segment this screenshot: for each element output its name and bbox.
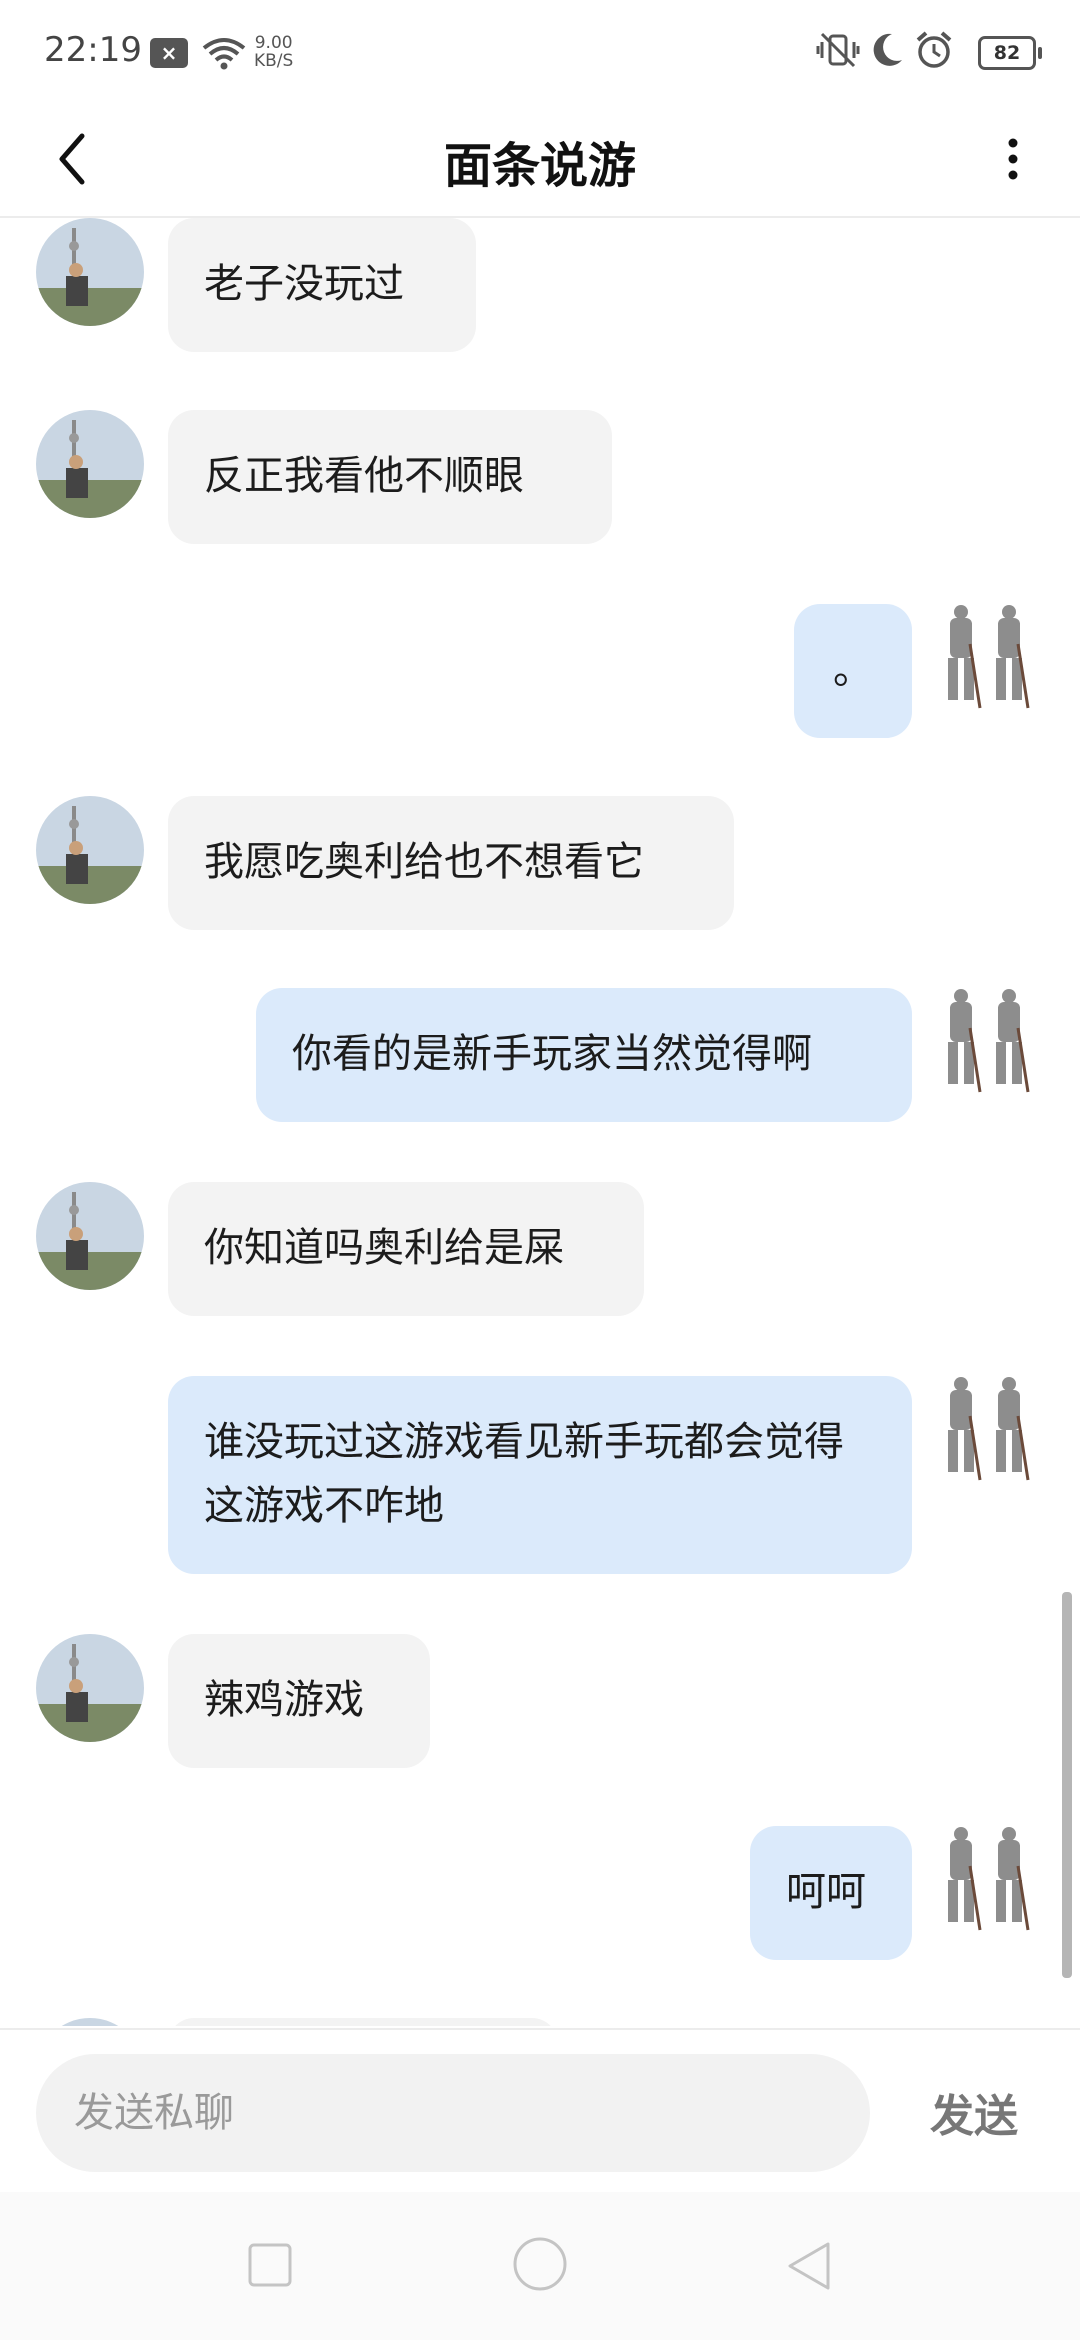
message-bubble[interactable]: 辣鸡游戏 (168, 1634, 430, 1768)
chat-header: 面条说游 (0, 104, 1080, 218)
message-incoming-partial (0, 2018, 1080, 2026)
message-bubble[interactable]: 。 (794, 604, 912, 738)
composer-bar: 发送私聊 发送 (0, 2028, 1080, 2194)
home-circle-icon[interactable] (512, 2236, 568, 2292)
avatar-self[interactable] (936, 604, 1044, 712)
avatar-other-user[interactable] (36, 796, 144, 904)
vibrate-off-icon (816, 32, 860, 68)
more-vertical-icon[interactable] (998, 126, 1028, 192)
page-title: 面条说游 (443, 138, 636, 194)
recents-square-icon[interactable] (246, 2240, 294, 2290)
message-bubble-partial[interactable] (168, 2018, 558, 2026)
avatar-self[interactable] (936, 988, 1044, 1096)
back-triangle-icon[interactable] (784, 2240, 834, 2292)
send-button[interactable]: 发送 (930, 2080, 1018, 2144)
message-outgoing: 谁没玩过这游戏看见新手玩都会觉得这游戏不咋地 (0, 1376, 1080, 1576)
message-bubble[interactable]: 呵呵 (750, 1826, 912, 1960)
message-outgoing: 你看的是新手玩家当然觉得啊 (0, 988, 1080, 1128)
close-notification-icon: × (150, 38, 188, 68)
network-speed: 9.00 KB/S (254, 34, 293, 70)
alarm-icon (916, 31, 952, 68)
message-bubble[interactable]: 反正我看他不顺眼 (168, 410, 612, 544)
battery-icon: 82 (978, 36, 1042, 70)
message-incoming: 我愿吃奥利给也不想看它 (0, 796, 1080, 936)
message-bubble[interactable]: 你知道吗奥利给是屎 (168, 1182, 644, 1316)
message-outgoing: 。 (0, 604, 1080, 744)
avatar-other-user[interactable] (36, 1634, 144, 1742)
message-outgoing: 呵呵 (0, 1826, 1080, 1966)
message-incoming: 你知道吗奥利给是屎 (0, 1182, 1080, 1322)
message-bubble[interactable]: 你看的是新手玩家当然觉得啊 (256, 988, 912, 1122)
system-nav-bar (0, 2192, 1080, 2340)
message-input[interactable]: 发送私聊 (36, 2054, 870, 2172)
message-incoming: 反正我看他不顺眼 (0, 410, 1080, 550)
wifi-icon (202, 38, 246, 70)
chat-scrollbar[interactable] (1062, 1592, 1072, 1978)
message-bubble[interactable]: 我愿吃奥利给也不想看它 (168, 796, 734, 930)
avatar-other-user[interactable] (36, 2018, 144, 2026)
status-right-icons: 82 (816, 30, 1042, 74)
message-bubble[interactable]: 老子没玩过 (168, 218, 476, 352)
status-time: 22:19 (44, 30, 142, 70)
avatar-other-user[interactable] (36, 1182, 144, 1290)
avatar-other-user[interactable] (36, 410, 144, 518)
message-list[interactable]: 老子没玩过 反正我看他不顺眼 。 我愿吃奥利给也不想看它 你看的是新手玩家当然觉… (0, 218, 1080, 2026)
avatar-other-user[interactable] (36, 218, 144, 326)
moon-icon (873, 33, 902, 66)
avatar-self[interactable] (936, 1376, 1044, 1484)
network-speed-unit: KB/S (254, 51, 294, 71)
status-bar: 22:19 × 9.00 KB/S 82 (0, 0, 1080, 104)
message-bubble[interactable]: 谁没玩过这游戏看见新手玩都会觉得这游戏不咋地 (168, 1376, 912, 1574)
avatar-self[interactable] (936, 1826, 1044, 1934)
message-incoming: 老子没玩过 (0, 218, 1080, 358)
network-speed-value: 9.00 (254, 33, 293, 53)
message-incoming: 辣鸡游戏 (0, 1634, 1080, 1774)
